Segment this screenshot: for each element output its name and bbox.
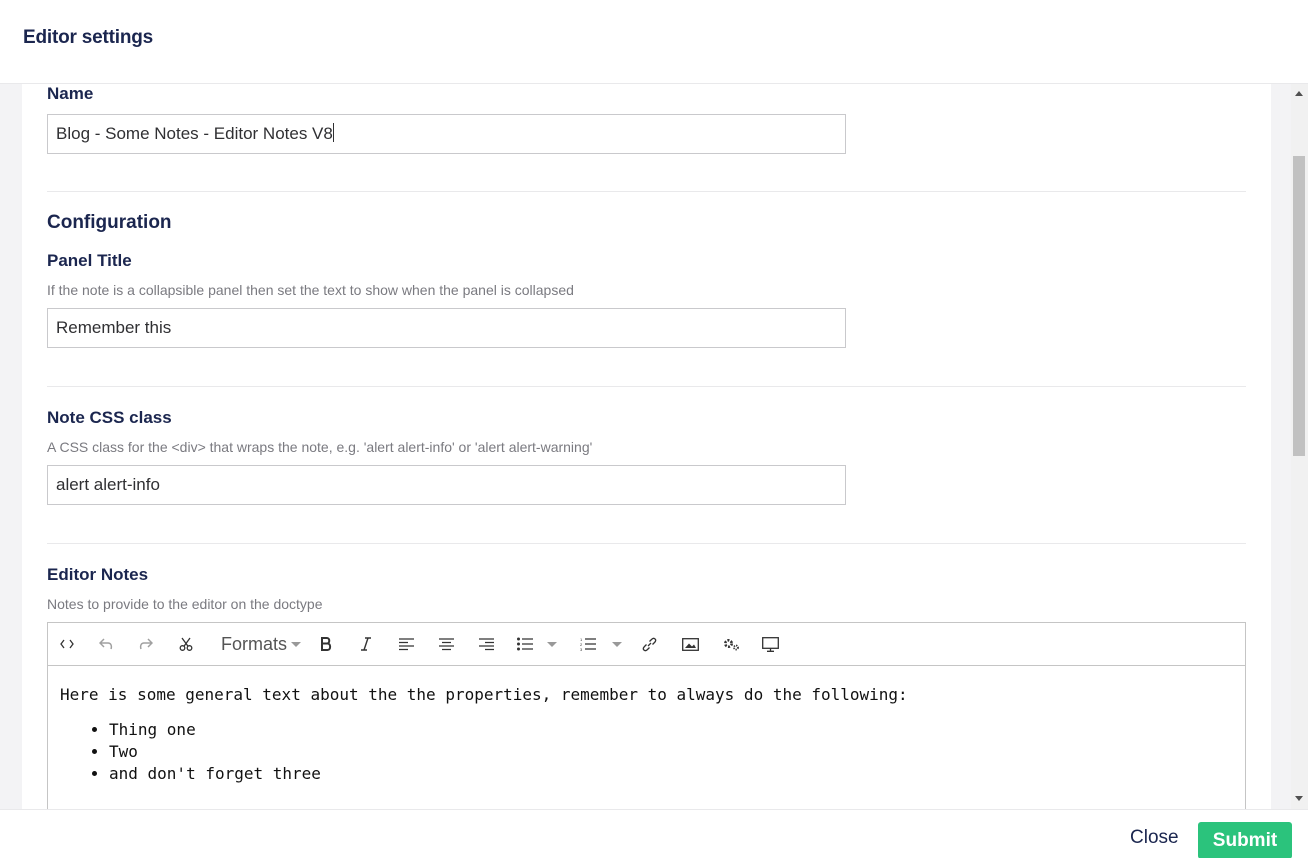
- scroll-up-arrow-icon[interactable]: [1295, 91, 1303, 96]
- list-item: Thing one: [109, 719, 908, 741]
- scroll-down-arrow-icon[interactable]: [1295, 796, 1303, 801]
- configuration-heading: Configuration: [47, 212, 172, 233]
- bullet-list-icon[interactable]: [516, 633, 558, 655]
- align-right-icon[interactable]: [478, 633, 494, 655]
- italic-icon[interactable]: [358, 633, 374, 655]
- editor-notes-description: Notes to provide to the editor on the do…: [47, 596, 323, 612]
- panel-title-label: Panel Title: [47, 251, 132, 270]
- list-item: and don't forget three: [109, 763, 908, 785]
- name-input-value: Blog - Some Notes - Editor Notes V8: [56, 124, 333, 143]
- list-item: Two: [109, 741, 908, 763]
- dialog-footer: Close Submit: [0, 809, 1308, 858]
- name-label: Name: [47, 84, 94, 103]
- undo-icon[interactable]: [98, 633, 114, 655]
- redo-icon[interactable]: [138, 633, 154, 655]
- editor-paragraph: Here is some general text about the the …: [60, 685, 908, 704]
- dialog-header: Editor settings: [0, 0, 1308, 84]
- dialog-title: Editor settings: [23, 27, 154, 48]
- bold-icon[interactable]: [318, 633, 334, 655]
- align-center-icon[interactable]: [438, 633, 454, 655]
- divider: [47, 386, 1246, 387]
- source-code-icon[interactable]: [59, 633, 75, 655]
- rich-text-editor: Formats 1 2 3 Here is some general text …: [47, 622, 1246, 809]
- editor-notes-label: Editor Notes: [47, 565, 149, 584]
- chevron-down-icon: [291, 641, 301, 647]
- macro-icon[interactable]: [722, 633, 740, 655]
- formats-dropdown[interactable]: Formats: [220, 633, 302, 655]
- divider: [47, 191, 1246, 192]
- submit-button[interactable]: Submit: [1198, 822, 1292, 858]
- close-button[interactable]: Close: [1120, 822, 1189, 854]
- panel-title-input[interactable]: Remember this: [47, 308, 846, 348]
- svg-text:3: 3: [580, 647, 583, 651]
- align-left-icon[interactable]: [398, 633, 414, 655]
- chevron-down-icon: [612, 641, 622, 647]
- editor-bullet-list: Thing one Two and don't forget three: [109, 719, 908, 785]
- cut-icon[interactable]: [178, 633, 194, 655]
- chevron-down-icon: [547, 641, 557, 647]
- vertical-scrollbar[interactable]: [1291, 84, 1308, 809]
- editor-content[interactable]: Here is some general text about the the …: [60, 685, 908, 785]
- embed-icon[interactable]: [761, 633, 779, 655]
- divider: [47, 543, 1246, 544]
- text-caret: [332, 123, 334, 142]
- settings-scroll-area[interactable]: Name Blog - Some Notes - Editor Notes V8…: [0, 84, 1308, 809]
- numbered-list-icon[interactable]: 123: [578, 633, 624, 655]
- editor-toolbar: Formats 1 2 3: [48, 623, 1245, 666]
- settings-panel: Name Blog - Some Notes - Editor Notes V8…: [22, 84, 1271, 809]
- panel-title-description: If the note is a collapsible panel then …: [47, 282, 574, 298]
- note-css-label: Note CSS class: [47, 408, 172, 427]
- name-input[interactable]: Blog - Some Notes - Editor Notes V8: [47, 114, 846, 154]
- formats-label: Formats: [220, 633, 287, 654]
- link-icon[interactable]: [641, 633, 657, 655]
- scrollbar-thumb[interactable]: [1293, 156, 1305, 456]
- note-css-input[interactable]: alert alert-info: [47, 465, 846, 505]
- image-icon[interactable]: [681, 633, 699, 655]
- note-css-description: A CSS class for the <div> that wraps the…: [47, 439, 593, 455]
